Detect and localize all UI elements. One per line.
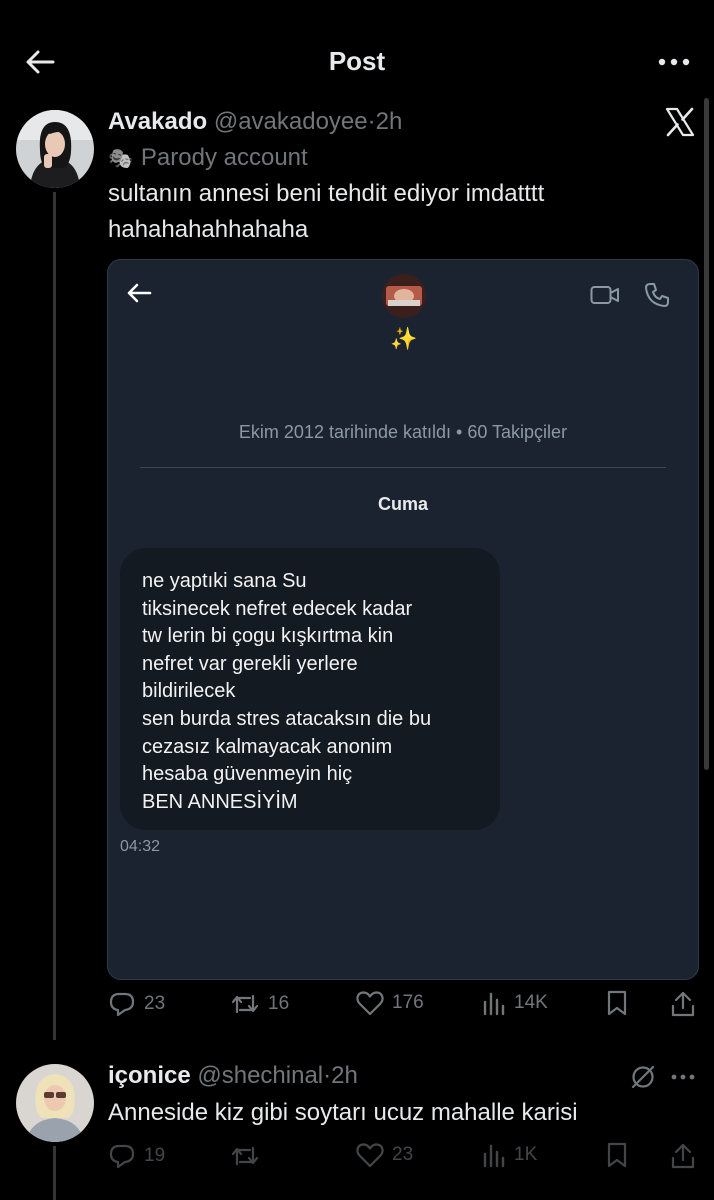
dm-back-arrow-icon <box>126 282 152 309</box>
x-logo-icon <box>664 106 696 138</box>
repost-icon <box>231 994 259 1014</box>
dm-day-label: Cuma <box>377 494 428 514</box>
like-button[interactable]: 176 <box>356 990 424 1016</box>
top-bar: Post <box>0 0 714 120</box>
reply-count: 23 <box>144 993 166 1014</box>
dm-message-line: cezasız kalmayacak anonim <box>142 735 393 758</box>
post-media-image[interactable]: ✨ Ekim 2012 tarihinde katıldı • 60 Takip… <box>107 259 699 980</box>
dm-message-line: ne yaptıki sana Su <box>142 570 307 592</box>
post-actions: 23 16 176 14K <box>108 990 698 1026</box>
reply-author-name[interactable]: içonice <box>108 1062 191 1089</box>
bookmark-icon <box>607 1142 627 1168</box>
views-count: 1K <box>514 1144 538 1165</box>
dm-message-line: bildirilecek <box>142 680 236 703</box>
dm-message-line: BEN ANNESİYİM <box>142 790 298 813</box>
author-name[interactable]: Avakado <box>108 108 207 135</box>
reply-author-handle[interactable]: @shechinal <box>197 1062 323 1089</box>
dm-message-line: tw lerin bi çogu kışkırtma kin <box>142 625 394 648</box>
dm-divider <box>140 467 666 468</box>
like-button[interactable]: 23 <box>356 1142 413 1168</box>
theater-masks-icon: 🎭 <box>108 147 133 170</box>
reply-icon <box>109 992 135 1017</box>
post-text: sultanın annesi beni tehdit ediyor imdat… <box>108 176 668 248</box>
author-avatar[interactable] <box>16 110 94 188</box>
like-icon <box>356 991 384 1016</box>
post-time[interactable]: 2h <box>376 108 403 135</box>
like-count: 176 <box>392 992 424 1013</box>
more-dots-icon <box>658 58 690 66</box>
grok-icon[interactable] <box>630 1064 656 1095</box>
views-button[interactable]: 14K <box>482 990 548 1016</box>
phone-icon <box>644 282 670 313</box>
separator: · <box>367 108 376 135</box>
post-text-line: sultanın annesi beni tehdit ediyor imdat… <box>108 180 545 207</box>
more-dots-icon <box>671 1074 695 1080</box>
share-button[interactable] <box>670 990 696 1018</box>
reply-actions: 19 23 1K <box>108 1142 698 1178</box>
views-icon <box>483 1144 505 1168</box>
reply-header: içonice @shechinal·2h <box>108 1062 358 1090</box>
dm-message-line: sen burda stres atacaksın die bu <box>142 707 432 730</box>
views-button[interactable]: 1K <box>482 1142 537 1168</box>
parody-label: 🎭 Parody account <box>108 144 308 172</box>
separator: · <box>323 1062 332 1089</box>
bookmark-icon <box>607 990 627 1016</box>
reply-more-button[interactable] <box>668 1064 698 1090</box>
bookmark-button[interactable] <box>606 1142 628 1168</box>
post-text-line: hahahahahhahaha <box>108 216 309 243</box>
like-count: 23 <box>392 1144 414 1165</box>
post-header: Avakado @avakadoyee·2h <box>108 108 402 136</box>
thread-line <box>53 192 56 1040</box>
dm-avatar <box>382 274 426 318</box>
reply-button[interactable]: 19 <box>108 1142 165 1170</box>
reply-time[interactable]: 2h <box>331 1062 358 1089</box>
repost-count: 16 <box>268 993 290 1014</box>
bookmark-button[interactable] <box>606 990 628 1016</box>
reply-author-avatar[interactable] <box>16 1064 94 1142</box>
reply-button[interactable]: 23 <box>108 990 165 1018</box>
views-count: 14K <box>514 992 548 1013</box>
video-call-icon <box>590 284 620 311</box>
scrollbar[interactable] <box>704 98 709 770</box>
reply-text: Anneside kiz gibi soytarı ucuz mahalle k… <box>108 1099 578 1126</box>
share-icon <box>671 1143 695 1169</box>
dm-message-line: nefret var gerekli yerlere <box>142 652 358 675</box>
views-icon <box>483 992 505 1016</box>
repost-button[interactable] <box>230 1142 260 1170</box>
reply-icon <box>109 1144 135 1169</box>
sparkle-emoji: ✨ <box>390 326 418 351</box>
dm-message-bubble: ne yaptıki sana Su tiksinecek nefret ede… <box>120 548 500 830</box>
reply-count: 19 <box>144 1145 166 1166</box>
parody-text: Parody account <box>140 144 308 171</box>
share-button[interactable] <box>670 1142 696 1170</box>
dm-joined-info: Ekim 2012 tarihinde katıldı • 60 Takipçi… <box>238 422 568 442</box>
dm-message-line: hesaba güvenmeyin hiç <box>142 763 353 786</box>
repost-button[interactable]: 16 <box>230 990 289 1018</box>
share-icon <box>671 991 695 1017</box>
thread-line <box>53 1146 56 1200</box>
like-icon <box>356 1143 384 1168</box>
repost-icon <box>231 1146 259 1166</box>
dm-message-time: 04:32 <box>120 838 161 855</box>
dm-message-line: tiksinecek nefret edecek kadar <box>142 597 413 620</box>
more-options-button[interactable] <box>654 48 694 76</box>
author-handle[interactable]: @avakadoyee <box>214 108 368 135</box>
page-title: Post <box>328 46 386 76</box>
